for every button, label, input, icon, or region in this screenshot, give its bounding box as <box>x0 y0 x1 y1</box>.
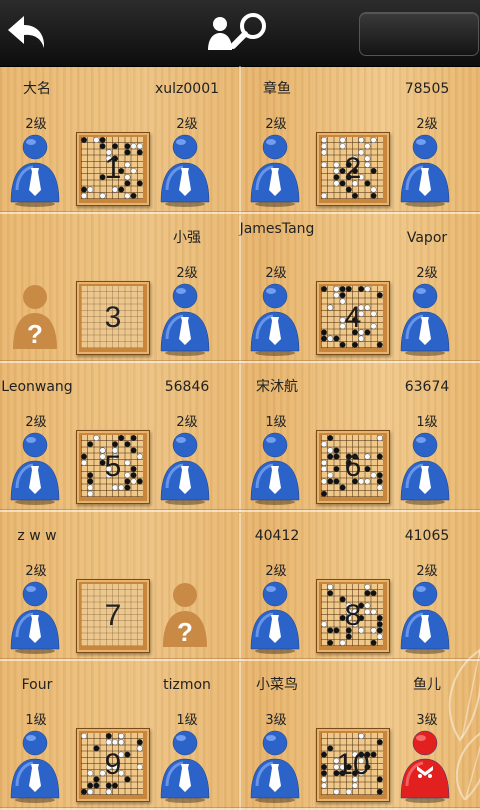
player-avatar-icon[interactable] <box>247 130 303 208</box>
left-player-name: Leonwang <box>1 379 73 395</box>
game-table[interactable]: 小强 2级 ? 3 <box>0 215 240 363</box>
table-number: 4 <box>344 301 362 334</box>
player-avatar-icon[interactable] <box>157 428 213 506</box>
search-user-button[interactable] <box>206 10 274 56</box>
go-board-thumbnail[interactable]: 7 <box>76 579 150 653</box>
table-number: 5 <box>104 450 122 483</box>
player-avatar-icon[interactable] <box>247 577 303 655</box>
empty-seat-icon[interactable]: ? <box>157 577 213 655</box>
player-avatar-icon[interactable] <box>397 428 453 506</box>
right-player-name: 41065 <box>404 528 450 544</box>
table-row: z w w 2级 ? 7 40412 41065 2级 2级 8 <box>0 513 480 661</box>
player-avatar-icon[interactable] <box>7 130 63 208</box>
player-avatar-icon[interactable] <box>7 428 63 506</box>
player-avatar-icon[interactable] <box>247 726 303 804</box>
top-toolbar <box>0 0 480 67</box>
back-arrow-icon <box>8 16 45 48</box>
table-number: 2 <box>344 152 362 185</box>
left-player-name: z w w <box>17 528 57 544</box>
table-row: Four tizmon 1级 1级 9 小菜鸟 鱼儿 3级 3级 10 <box>0 662 480 810</box>
table-number: 9 <box>104 748 122 781</box>
row-divider <box>0 212 480 214</box>
go-board-thumbnail[interactable]: 9 <box>76 728 150 802</box>
table-number: 6 <box>344 450 362 483</box>
game-table[interactable]: 大名 xulz0001 2级 2级 1 <box>0 66 240 214</box>
go-board-thumbnail[interactable]: 8 <box>316 579 390 653</box>
player-avatar-icon[interactable] <box>157 279 213 357</box>
left-player-name: JamesTang <box>239 221 315 237</box>
player-avatar-icon[interactable] <box>397 130 453 208</box>
svg-text:?: ? <box>27 319 43 349</box>
row-divider <box>0 361 480 363</box>
go-board-thumbnail[interactable]: 6 <box>316 430 390 504</box>
right-player-name: 78505 <box>404 81 450 97</box>
left-player-name <box>0 229 92 265</box>
empty-seat-icon[interactable]: ? <box>7 279 63 357</box>
table-row: 小强 2级 ? 3 JamesTang Vapor 2级 2级 4 <box>0 215 480 363</box>
player-avatar-icon[interactable] <box>157 726 213 804</box>
table-number: 8 <box>344 599 362 632</box>
go-board-thumbnail[interactable]: 1 <box>76 132 150 206</box>
row-divider <box>0 659 480 661</box>
table-number: 10 <box>336 748 370 781</box>
back-button[interactable] <box>4 10 50 56</box>
right-player-name: 63674 <box>404 379 450 395</box>
table-row: 大名 xulz0001 2级 2级 1 章鱼 78505 2级 2级 2 <box>0 66 480 214</box>
column-divider <box>239 364 241 512</box>
table-number: 7 <box>104 599 122 632</box>
menu-button[interactable] <box>359 12 479 56</box>
column-divider <box>239 66 241 214</box>
table-number: 1 <box>104 152 122 185</box>
column-divider <box>239 513 241 661</box>
left-player-name: Four <box>21 677 53 693</box>
player-avatar-icon[interactable] <box>7 726 63 804</box>
player-avatar-icon[interactable] <box>157 130 213 208</box>
go-board-thumbnail[interactable]: 4 <box>316 281 390 355</box>
svg-text:?: ? <box>177 617 193 647</box>
game-table[interactable]: 章鱼 78505 2级 2级 2 <box>240 66 480 214</box>
leaf-decoration <box>448 648 480 800</box>
go-board-thumbnail[interactable]: 10 <box>316 728 390 802</box>
game-table[interactable]: z w w 2级 ? 7 <box>0 513 240 661</box>
player-avatar-icon[interactable] <box>7 577 63 655</box>
game-table[interactable]: 宋沐航 63674 1级 1级 6 <box>240 364 480 512</box>
column-divider <box>239 215 241 363</box>
row-divider <box>0 510 480 512</box>
go-board-thumbnail[interactable]: 5 <box>76 430 150 504</box>
right-player-name: Vapor <box>406 230 448 246</box>
table-number: 3 <box>104 301 122 334</box>
left-player-name: 大名 <box>23 81 51 97</box>
game-table[interactable]: 40412 41065 2级 2级 8 <box>240 513 480 661</box>
column-divider <box>239 662 241 810</box>
player-avatar-icon[interactable] <box>247 279 303 357</box>
go-board-thumbnail[interactable]: 3 <box>76 281 150 355</box>
player-avatar-icon[interactable] <box>247 428 303 506</box>
game-table[interactable]: Four tizmon 1级 1级 9 <box>0 662 240 810</box>
user-search-icon <box>208 13 266 50</box>
table-row: Leonwang 56846 2级 2级 5 宋沐航 63674 1级 1级 6 <box>0 364 480 512</box>
game-table[interactable]: JamesTang Vapor 2级 2级 4 <box>240 215 480 363</box>
game-table[interactable]: Leonwang 56846 2级 2级 5 <box>0 364 240 512</box>
go-board-thumbnail[interactable]: 2 <box>316 132 390 206</box>
player-avatar-icon[interactable] <box>397 279 453 357</box>
